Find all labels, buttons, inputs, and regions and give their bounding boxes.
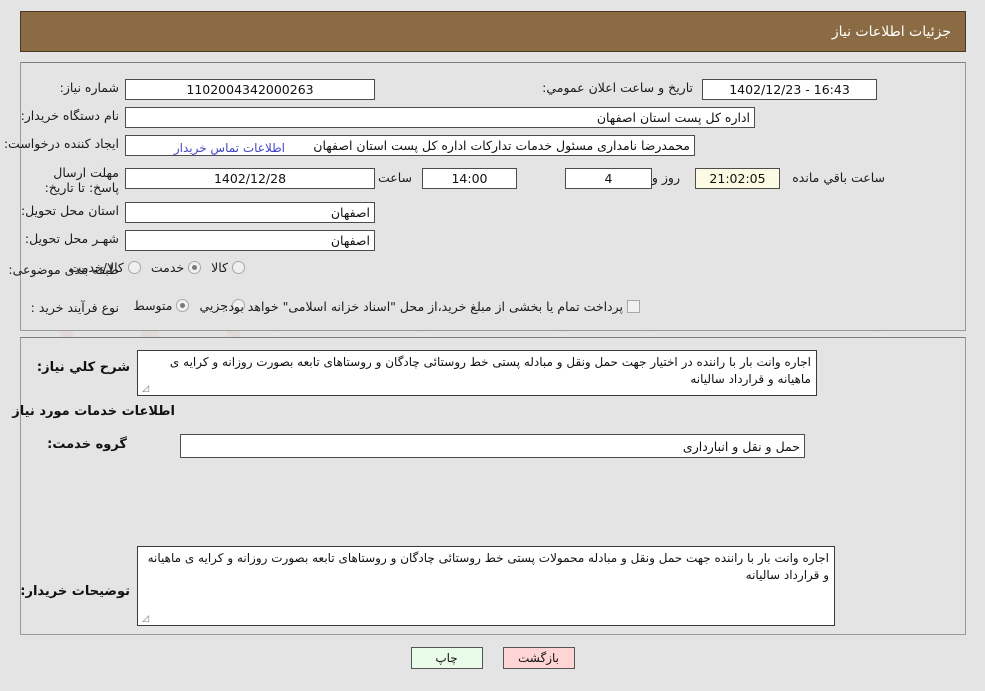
- page-title: جزئیات اطلاعات نیاز: [831, 23, 951, 40]
- summary-textarea[interactable]: اجاره وانت بار با راننده در اختیار جهت ح…: [137, 350, 817, 396]
- radio-category-kala-khedmat-label: کالا/خدمت: [69, 260, 124, 275]
- buyer-org-label: نام دستگاه خریدار:: [20, 108, 119, 123]
- days-label: روز و: [651, 170, 680, 185]
- summary-value: اجاره وانت بار با راننده در اختیار جهت ح…: [169, 355, 811, 386]
- buyer-org-field[interactable]: اداره کل پست استان اصفهان: [125, 107, 755, 128]
- buyer-org-row: نام دستگاه خریدار:: [21, 108, 119, 123]
- deadline-date-value: 1402/12/28: [213, 171, 287, 186]
- radio-category-kala-label: کالا: [211, 260, 228, 275]
- city-row: شهـر محل تحویل:: [25, 231, 119, 246]
- need-number-row: شماره نیاز:: [60, 80, 119, 95]
- treasury-checkbox-group: پرداخت تمام یا بخشی از مبلغ خرید،از محل …: [224, 299, 640, 314]
- resize-grip-icon[interactable]: ◿: [140, 385, 149, 394]
- delivery-city-label: شهـر محل تحویل:: [24, 231, 119, 246]
- radio-process-motevaset-label: متوسط: [133, 298, 173, 313]
- treasury-bond-label: پرداخت تمام یا بخشی از مبلغ خرید،از محل …: [224, 299, 623, 314]
- bottom-button-bar: بازگشت چاپ: [0, 647, 985, 669]
- announce-label-wrap: تاریخ و ساعت اعلان عمومي:: [542, 80, 693, 95]
- deadline-row: مهلت ارسال پاسخ: تا تاریخ:: [29, 165, 119, 196]
- announce-datetime-value: 16:43 - 1402/12/23: [729, 82, 850, 97]
- service-group-label: گروه خدمت:: [47, 437, 127, 452]
- print-button[interactable]: چاپ: [410, 647, 483, 669]
- treasury-bond-checkbox[interactable]: [627, 300, 640, 313]
- hour-label: ساعت: [377, 170, 412, 185]
- need-number-field[interactable]: 1102004342000263: [125, 79, 375, 100]
- service-group-value: حمل و نقل و انبارداری: [682, 438, 800, 454]
- buyer-org-value: اداره کل پست استان اصفهان: [596, 110, 750, 125]
- radio-category-kala-khedmat[interactable]: [127, 261, 141, 274]
- days-remaining-field[interactable]: 4: [565, 168, 652, 189]
- need-info-panel: [20, 62, 966, 331]
- announce-datetime-label: تاریخ و ساعت اعلان عمومي:: [542, 80, 693, 95]
- delivery-city-value: اصفهان: [330, 233, 370, 248]
- deadline-time-field[interactable]: 14:00: [422, 168, 517, 189]
- page-title-bar: جزئیات اطلاعات نیاز: [20, 11, 966, 52]
- deadline-date-field[interactable]: 1402/12/28: [125, 168, 375, 189]
- province-row: استان محل تحویل:: [21, 203, 119, 218]
- need-number-label: شماره نیاز:: [59, 80, 119, 95]
- buyer-notes-label: توضیحات خریدار:: [20, 584, 130, 599]
- resize-grip-icon-notes[interactable]: ◿: [140, 615, 149, 624]
- radio-category-kala[interactable]: [232, 261, 245, 274]
- creator-row: ایجاد کننده درخواست:: [4, 136, 119, 151]
- back-button[interactable]: بازگشت: [502, 647, 575, 669]
- countdown-timer-field: 21:02:05: [695, 168, 780, 189]
- countdown-timer-value: 21:02:05: [709, 171, 766, 186]
- creator-label: ایجاد کننده درخواست:: [3, 136, 119, 151]
- delivery-province-field[interactable]: اصفهان: [125, 202, 375, 223]
- remaining-hours-label: ساعت باقي مانده: [792, 170, 885, 185]
- creator-value: محمدرضا نامداری مسئول خدمات تدارکات ادار…: [313, 138, 690, 153]
- process-row-label: نوع فرآیند خرید :: [31, 300, 119, 315]
- deadline-label: مهلت ارسال پاسخ: تا تاریخ:: [44, 165, 119, 195]
- buyer-contact-link[interactable]: اطلاعات تماس خریدار: [174, 141, 285, 155]
- radio-process-motevaset[interactable]: [176, 299, 190, 312]
- radio-category-khedmat-label: خدمت: [150, 260, 185, 275]
- deadline-time-value: 14:00: [451, 171, 488, 186]
- delivery-province-value: اصفهان: [330, 205, 370, 220]
- category-radio-group: کالا خدمت کالا/خدمت: [59, 260, 245, 275]
- summary-label: شرح کلي نیاز:: [36, 360, 130, 375]
- days-remaining-value: 4: [604, 171, 613, 186]
- buyer-notes-value: اجاره وانت بار با راننده جهت حمل ونقل و …: [147, 551, 829, 582]
- announce-datetime-field[interactable]: 16:43 - 1402/12/23: [702, 79, 877, 100]
- delivery-city-field[interactable]: اصفهان: [125, 230, 375, 251]
- need-number-value: 1102004342000263: [186, 82, 314, 97]
- buyer-notes-textarea[interactable]: اجاره وانت بار با راننده جهت حمل ونقل و …: [137, 546, 835, 626]
- service-group-field[interactable]: حمل و نقل و انبارداری: [180, 434, 805, 458]
- radio-category-khedmat[interactable]: [188, 261, 202, 274]
- delivery-province-label: استان محل تحویل:: [20, 203, 119, 218]
- process-type-label: نوع فرآیند خرید :: [30, 300, 119, 315]
- page-root: جزئیات اطلاعات نیاز AriaTender.net شماره…: [0, 0, 985, 691]
- services-section-title: اطلاعات خدمات مورد نیاز: [12, 404, 175, 419]
